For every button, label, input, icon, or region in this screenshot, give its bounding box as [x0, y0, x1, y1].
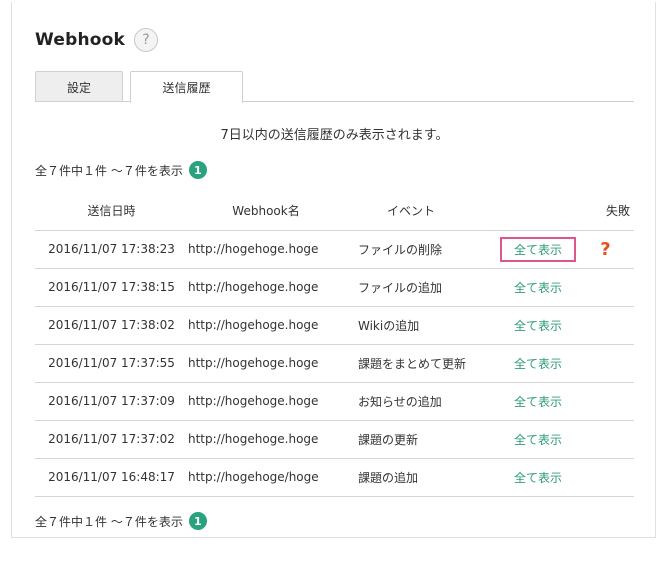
row-event: Wikiの追加 [344, 306, 499, 345]
page-number-badge[interactable]: 1 [188, 161, 207, 179]
row-event: 課題をまとめて更新 [344, 344, 499, 383]
tab-send-history[interactable]: 送信履歴 [130, 71, 243, 103]
table-row: 2016/11/07 17:37:09 http://hogehoge.hoge… [35, 382, 634, 421]
column-header-webhook-name: Webhook名 [188, 191, 344, 231]
row-failure [577, 420, 634, 459]
row-event: お知らせの追加 [344, 382, 499, 421]
row-date: 2016/11/07 17:37:09 [35, 382, 188, 421]
page-title: Webhook [35, 30, 126, 50]
show-all-link[interactable]: 全て表示 [507, 352, 569, 375]
pagination-summary: 全７件中１件 〜７件を表示 [35, 514, 183, 529]
row-failure [577, 458, 634, 497]
row-webhook-name: http://hogehoge.hoge [188, 382, 344, 421]
tab-bar: 設定 送信履歴 [35, 71, 634, 103]
row-event: 課題の更新 [344, 420, 499, 459]
row-failure [577, 382, 634, 421]
column-header-date: 送信日時 [35, 191, 188, 231]
row-event: 課題の追加 [344, 458, 499, 497]
column-header-failure: 失敗 [577, 191, 634, 231]
page-number-badge[interactable]: 1 [188, 512, 207, 530]
retention-notice: 7日以内の送信履歴のみ表示されます。 [220, 128, 449, 143]
history-table: 送信日時 Webhook名 イベント 失敗 2016/11/07 17:38:2… [35, 191, 634, 497]
row-event: ファイルの追加 [344, 268, 499, 307]
row-webhook-name: http://hogehoge.hoge [188, 268, 344, 307]
help-icon[interactable]: ? [134, 28, 159, 52]
webhook-panel: Webhook ? 設定 送信履歴 7日以内の送信履歴のみ表示されます。 全７件… [11, 2, 656, 538]
row-date: 2016/11/07 17:38:15 [35, 268, 188, 307]
row-date: 2016/11/07 16:48:17 [35, 458, 188, 497]
row-failure [577, 306, 634, 345]
row-event: ファイルの削除 [344, 230, 499, 269]
table-row: 2016/11/07 17:38:23 http://hogehoge.hoge… [35, 230, 634, 269]
row-date: 2016/11/07 17:38:02 [35, 306, 188, 345]
row-webhook-name: http://hogehoge.hoge [188, 344, 344, 383]
table-header-row: 送信日時 Webhook名 イベント 失敗 [35, 191, 634, 231]
row-date: 2016/11/07 17:37:55 [35, 344, 188, 383]
column-header-event: イベント [344, 191, 499, 231]
show-all-link[interactable]: 全て表示 [507, 428, 569, 451]
show-all-link[interactable]: 全て表示 [507, 466, 569, 489]
pagination-top: 全７件中１件 〜７件を表示 1 [35, 161, 207, 179]
table-row: 2016/11/07 17:37:02 http://hogehoge.hoge… [35, 420, 634, 459]
show-all-link[interactable]: 全て表示 [507, 390, 569, 413]
panel-header: Webhook ? [35, 28, 159, 52]
tab-settings[interactable]: 設定 [35, 71, 123, 102]
row-failure [577, 268, 634, 307]
row-webhook-name: http://hogehoge.hoge [188, 306, 344, 345]
row-webhook-name: http://hogehoge/hoge [188, 458, 344, 497]
failure-question-icon[interactable]: ? [600, 239, 610, 260]
table-row: 2016/11/07 17:37:55 http://hogehoge.hoge… [35, 344, 634, 383]
row-date: 2016/11/07 17:37:02 [35, 420, 188, 459]
show-all-link[interactable]: 全て表示 [507, 276, 569, 299]
column-header-view [499, 191, 577, 231]
table-row: 2016/11/07 16:48:17 http://hogehoge/hoge… [35, 458, 634, 497]
show-all-link[interactable]: 全て表示 [507, 314, 569, 337]
pagination-bottom: 全７件中１件 〜７件を表示 1 [35, 512, 207, 530]
table-row: 2016/11/07 17:38:02 http://hogehoge.hoge… [35, 306, 634, 345]
row-failure [577, 344, 634, 383]
row-date: 2016/11/07 17:38:23 [35, 230, 188, 269]
show-all-link[interactable]: 全て表示 [499, 236, 576, 262]
row-webhook-name: http://hogehoge.hoge [188, 230, 344, 269]
table-row: 2016/11/07 17:38:15 http://hogehoge.hoge… [35, 268, 634, 307]
pagination-summary: 全７件中１件 〜７件を表示 [35, 163, 183, 178]
row-webhook-name: http://hogehoge.hoge [188, 420, 344, 459]
